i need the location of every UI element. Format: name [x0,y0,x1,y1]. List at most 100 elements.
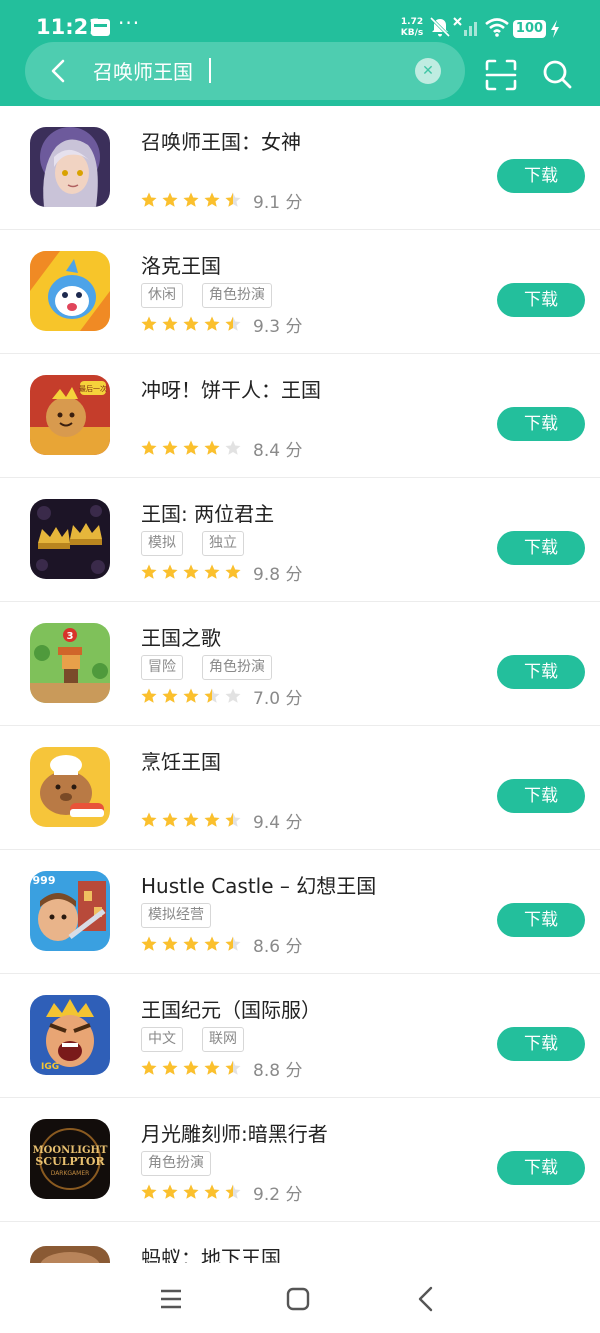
app-icon-kingdom-two-crowns[interactable] [30,499,110,579]
app-row-kingdom-two-crowns[interactable]: 王国: 两位君主 模拟 独立 9.8 分 下载 [0,478,600,602]
level-badge-text: 3 [67,631,74,642]
moonlight-logo-icon: MOONLIGHT SCULPTOR DARKGAMER [30,1119,110,1199]
star-full-icon [183,440,199,455]
star-full-icon [162,688,178,703]
app-title[interactable]: 冲呀！饼干人：王国 [141,374,321,403]
star-full-icon [141,1184,157,1199]
star-half-icon [225,1184,241,1199]
app-tags: 模拟经营 [141,903,230,928]
star-half-icon [204,688,220,703]
shouting-king-icon: IGG [30,995,110,1075]
clear-search-icon[interactable]: ✕ [415,58,441,84]
wallet-icon [91,19,110,36]
app-title[interactable]: 王国纪元（国际服） [141,994,321,1023]
app-icon-moonlight-sculptor[interactable]: MOONLIGHT SCULPTOR DARKGAMER [30,1119,110,1199]
tag-rpg[interactable]: 角色扮演 [141,1151,211,1176]
star-full-icon [183,564,199,579]
download-button[interactable]: 下载 [497,655,585,689]
tag-chinese[interactable]: 中文 [141,1027,183,1052]
star-full-icon [162,316,178,331]
scan-icon[interactable] [484,58,518,92]
tag-casual[interactable]: 休闲 [141,283,183,308]
search-icon[interactable] [541,58,573,90]
app-title[interactable]: 王国: 两位君主 [141,498,274,527]
tag-online[interactable]: 联网 [202,1027,244,1052]
star-full-icon [183,316,199,331]
app-title[interactable]: 烹饪王国 [141,746,221,775]
star-full-icon [204,936,220,951]
download-button[interactable]: 下载 [497,1027,585,1061]
app-icon-ant-kingdom[interactable] [30,1246,110,1263]
search-bar[interactable]: ✕ [25,42,465,100]
star-full-icon [183,936,199,951]
tag-sim-management[interactable]: 模拟经营 [141,903,211,928]
app-title[interactable]: 洛克王国 [141,250,221,279]
rating-stars [140,1181,245,1201]
star-full-icon [141,316,157,331]
app-icon-summoners-kingdom[interactable] [30,127,110,207]
app-row-cooking-kingdom[interactable]: 烹饪王国 9.4 分 下载 [0,726,600,850]
download-button[interactable]: 下载 [497,903,585,937]
tag-indie[interactable]: 独立 [202,531,244,556]
rating-stars [140,1057,245,1077]
app-row-moonlight-sculptor[interactable]: MOONLIGHT SCULPTOR DARKGAMER 月光雕刻师:暗黑行者 … [0,1098,600,1222]
app-row-ant-kingdom[interactable]: 蚂蚁：地下王国 [0,1222,600,1263]
search-input[interactable] [93,58,403,82]
menu-icon[interactable] [155,1283,187,1315]
app-icon-roco-kingdom[interactable] [30,251,110,331]
app-tags: 角色扮演 [141,1151,230,1176]
star-full-icon [204,192,220,207]
app-icon-cookie-run-kingdom[interactable]: 最后一次 [30,375,110,455]
star-full-icon [183,192,199,207]
rating-stars [140,933,245,953]
tag-rpg[interactable]: 角色扮演 [202,655,272,680]
app-row-summoners-kingdom[interactable]: 召唤师王国：女神 9.1 分 下载 [0,106,600,230]
star-full-icon [162,192,178,207]
app-score: 8.4 分 [253,441,303,461]
back-icon[interactable] [410,1283,442,1315]
more-notifications-icon: ··· [118,11,141,35]
app-icon-lords-mobile[interactable]: IGG [30,995,110,1075]
download-button[interactable]: 下载 [497,1151,585,1185]
star-full-icon [141,812,157,827]
app-icon-cooking-kingdom[interactable] [30,747,110,827]
app-icon-hustle-castle[interactable]: 999 [30,871,110,951]
tag-rpg[interactable]: 角色扮演 [202,283,272,308]
app-row-cookie-run-kingdom[interactable]: 最后一次 冲呀！饼干人：王国 8.4 分 下载 [0,354,600,478]
app-icon-kingdom-song[interactable]: 3 [30,623,110,703]
system-nav-bar [0,1263,600,1333]
star-full-icon [204,316,220,331]
search-results-list[interactable]: 召唤师王国：女神 9.1 分 下载 洛克王国 休闲 角色扮演 9.3 分 下载 … [0,106,600,1263]
star-full-icon [162,564,178,579]
app-title[interactable]: 月光雕刻师:暗黑行者 [141,1118,328,1147]
moonlight-logo-line-2: SCULPTOR [35,1155,105,1168]
download-button[interactable]: 下载 [497,159,585,193]
star-full-icon [204,1184,220,1199]
download-button[interactable]: 下载 [497,283,585,317]
text-caret [209,58,211,83]
star-full-icon [141,1060,157,1075]
app-row-lords-mobile[interactable]: IGG 王国纪元（国际服） 中文 联网 8.8 分 下载 [0,974,600,1098]
app-title[interactable]: Hustle Castle – 幻想王国 [141,870,376,899]
download-button[interactable]: 下载 [497,531,585,565]
rating-stars [140,189,245,209]
home-icon[interactable] [282,1283,314,1315]
back-arrow-icon[interactable] [45,57,73,85]
charging-icon [551,20,559,38]
app-row-kingdom-song[interactable]: 3 王国之歌 冒险 角色扮演 7.0 分 下载 [0,602,600,726]
app-title[interactable]: 召唤师王国：女神 [141,126,301,155]
app-title[interactable]: 王国之歌 [141,622,221,651]
download-button[interactable]: 下载 [497,779,585,813]
download-button[interactable]: 下载 [497,407,585,441]
app-row-roco-kingdom[interactable]: 洛克王国 休闲 角色扮演 9.3 分 下载 [0,230,600,354]
tag-adventure[interactable]: 冒险 [141,655,183,680]
app-row-hustle-castle[interactable]: 999 Hustle Castle – 幻想王国 模拟经营 8.6 分 下载 [0,850,600,974]
top-header: 11:21 ··· 1.72 KB/s 100 召唤师王国 ✕ [0,0,600,106]
goddess-portrait-icon [30,127,110,207]
tag-simulation[interactable]: 模拟 [141,531,183,556]
app-score: 7.0 分 [253,689,303,709]
rating-stars [140,561,245,581]
star-full-icon [162,936,178,951]
app-title[interactable]: 蚂蚁：地下王国 [141,1242,281,1263]
app-score: 9.3 分 [253,317,303,337]
